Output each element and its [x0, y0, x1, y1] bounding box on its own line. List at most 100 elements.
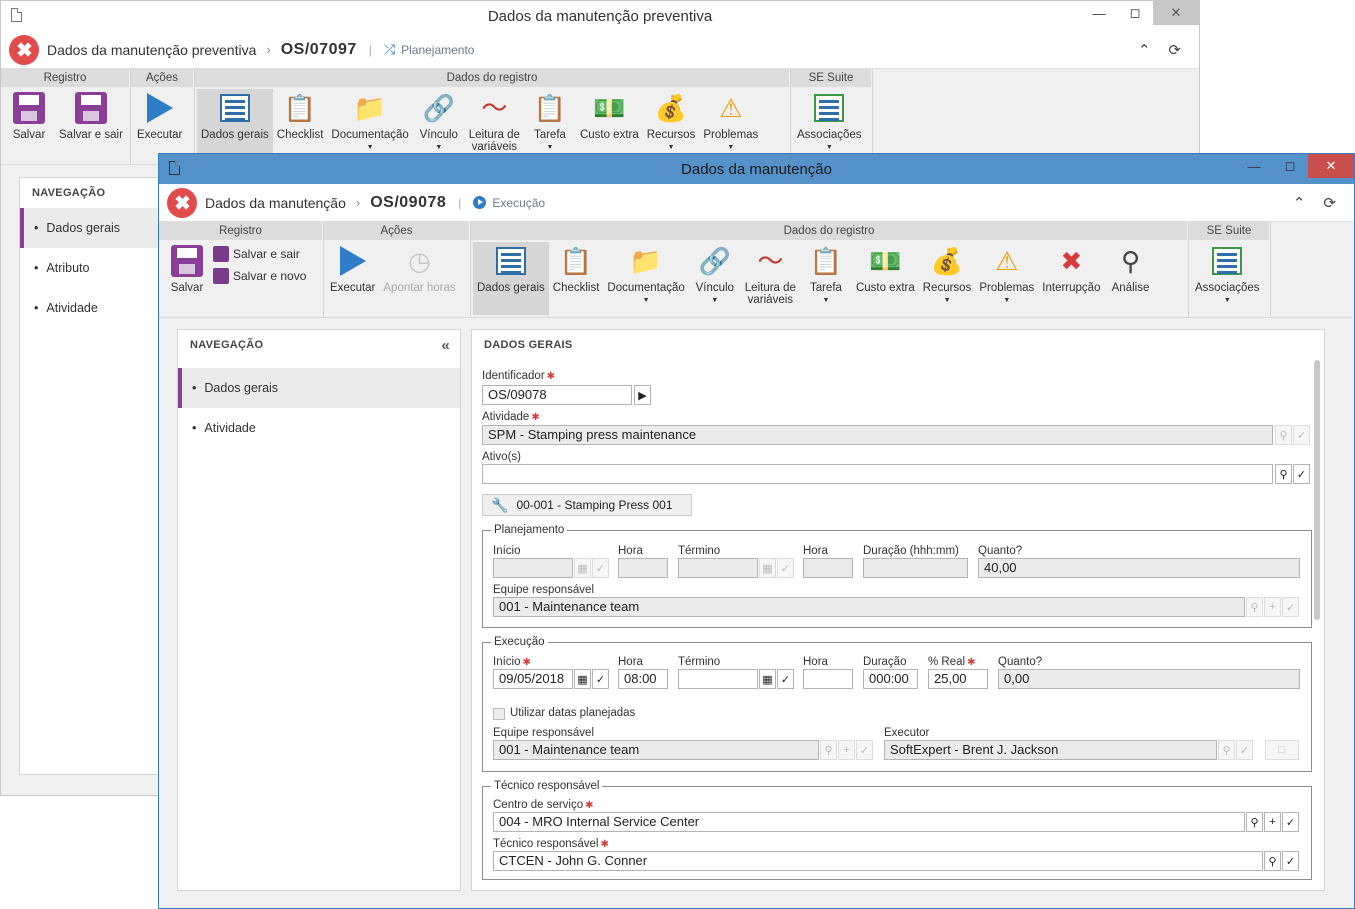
execution-start-field[interactable]: 09/05/2018 [493, 669, 573, 689]
extra-cost-button[interactable]: 💵 Custo extra [576, 89, 643, 162]
execution-team-field[interactable]: 001 - Maintenance team [493, 740, 819, 760]
add-icon[interactable]: + [1264, 597, 1281, 617]
execution-real-field[interactable]: 25,00 [928, 669, 988, 689]
resources-button[interactable]: 💰 Recursos ▼ [919, 242, 976, 315]
problems-button[interactable]: ⚠ Problemas ▼ [975, 242, 1038, 315]
associations-button[interactable]: Associações ▼ [1191, 242, 1264, 315]
checklist-button[interactable]: 📋 Checklist [549, 242, 604, 315]
general-data-heading: DADOS GERAIS [484, 339, 573, 351]
identifier-field[interactable]: OS/09078 [482, 385, 632, 405]
planning-end-hour-field[interactable] [803, 558, 853, 578]
planning-duration-field[interactable] [863, 558, 968, 578]
analysis-button[interactable]: ⚲ Análise [1104, 242, 1156, 315]
problems-button[interactable]: ⚠ Problemas ▼ [699, 89, 762, 162]
assets-field[interactable] [482, 464, 1273, 484]
use-planned-dates-checkbox[interactable] [493, 708, 505, 720]
add-icon[interactable]: + [1264, 812, 1281, 832]
close-icon[interactable]: ✕ [1153, 1, 1199, 25]
clear-icon[interactable]: ✓ [1293, 425, 1310, 445]
planning-end-field[interactable] [678, 558, 758, 578]
clear-icon[interactable]: ✓ [777, 669, 794, 689]
execution-duration-field[interactable]: 000:00 [863, 669, 918, 689]
task-button[interactable]: 📋 Tarefa ▼ [800, 242, 852, 315]
clear-icon[interactable]: ✓ [856, 740, 873, 760]
identifier-label: Identificador ✱ [482, 370, 556, 382]
planning-start-field[interactable] [493, 558, 573, 578]
log-hours-button[interactable]: ◷ Apontar horas [379, 242, 459, 315]
task-button[interactable]: 📋 Tarefa ▼ [524, 89, 576, 162]
save-new-button[interactable]: Salvar e novo [213, 268, 306, 284]
add-icon[interactable]: + [838, 740, 855, 760]
minimize-icon[interactable]: — [1236, 154, 1272, 178]
save-button[interactable]: Salvar [3, 89, 55, 162]
collapse-left-icon[interactable]: « [441, 337, 450, 354]
nav-item-general-data[interactable]: • Dados gerais [20, 208, 178, 248]
technician-field[interactable]: CTCEN - John G. Conner [493, 851, 1263, 871]
arrow-right-icon[interactable]: ▶ [634, 385, 651, 405]
save-exit-button[interactable]: Salvar e sair [213, 246, 306, 262]
service-center-field[interactable]: 004 - MRO Internal Service Center [493, 812, 1245, 832]
executor-field[interactable]: SoftExpert - Brent J. Jackson [884, 740, 1217, 760]
maximize-icon[interactable]: ◻ [1117, 1, 1153, 25]
variable-reading-button[interactable]: 〜 Leitura de variáveis [741, 242, 800, 315]
collapse-up-icon[interactable]: ⌃ [1293, 194, 1306, 212]
save-exit-button[interactable]: Salvar e sair [55, 89, 127, 162]
link-button[interactable]: 🔗 Vínculo ▼ [689, 242, 741, 315]
associations-button[interactable]: Associações ▼ [793, 89, 866, 162]
close-icon[interactable]: ✕ [1308, 154, 1354, 178]
refresh-icon[interactable]: ⟳ [1168, 41, 1181, 59]
save-button[interactable]: Salvar [161, 242, 213, 315]
clear-icon[interactable]: ✓ [592, 669, 609, 689]
collapse-up-icon[interactable]: ⌃ [1138, 41, 1151, 59]
search-icon[interactable]: ⚲ [1275, 425, 1292, 445]
clear-icon[interactable]: ✓ [592, 558, 609, 578]
interruption-button[interactable]: ✖ Interrupção [1038, 242, 1104, 315]
search-icon[interactable]: ⚲ [820, 740, 837, 760]
search-icon[interactable]: ⚲ [1246, 597, 1263, 617]
clear-icon[interactable]: ✓ [1293, 464, 1310, 484]
general-data-button[interactable]: Dados gerais [197, 89, 273, 162]
clear-icon[interactable]: ✓ [1236, 740, 1253, 760]
planning-quantity-field[interactable]: 40,00 [978, 558, 1300, 578]
general-data-button[interactable]: Dados gerais [473, 242, 549, 315]
execution-end-field[interactable] [678, 669, 758, 689]
execute-button[interactable]: Executar [133, 89, 186, 162]
resources-button[interactable]: 💰 Recursos ▼ [643, 89, 700, 162]
variable-reading-button[interactable]: 〜 Leitura de variáveis [465, 89, 524, 162]
execute-button[interactable]: Executar [326, 242, 379, 315]
lock-icon[interactable]: □ [1265, 740, 1299, 760]
planning-team-field[interactable]: 001 - Maintenance team [493, 597, 1245, 617]
minimize-icon[interactable]: — [1081, 1, 1117, 25]
clear-icon[interactable]: ✓ [1282, 851, 1299, 871]
documentation-button[interactable]: 📁 Documentação ▼ [327, 89, 412, 162]
maximize-icon[interactable]: ◻ [1272, 154, 1308, 178]
checklist-button[interactable]: 📋 Checklist [273, 89, 328, 162]
search-icon[interactable]: ⚲ [1218, 740, 1235, 760]
calendar-icon[interactable]: ▦ [759, 558, 776, 578]
calendar-icon[interactable]: ▦ [759, 669, 776, 689]
extra-cost-button[interactable]: 💵 Custo extra [852, 242, 919, 315]
clear-icon[interactable]: ✓ [777, 558, 794, 578]
search-icon[interactable]: ⚲ [1275, 464, 1292, 484]
search-icon[interactable]: ⚲ [1264, 851, 1281, 871]
link-button[interactable]: 🔗 Vínculo ▼ [413, 89, 465, 162]
calendar-icon[interactable]: ▦ [574, 669, 591, 689]
execution-end-hour-field[interactable] [803, 669, 853, 689]
execution-quantity-field[interactable]: 0,00 [998, 669, 1300, 689]
documentation-button[interactable]: 📁 Documentação ▼ [603, 242, 688, 315]
asset-chip[interactable]: 🔧 00-001 - Stamping Press 001 [482, 494, 692, 516]
nav-item-activity[interactable]: • Atividade [20, 288, 178, 328]
execution-hour-field[interactable]: 08:00 [618, 669, 668, 689]
nav-item-activity[interactable]: • Atividade [178, 408, 460, 448]
planning-hour-field[interactable] [618, 558, 668, 578]
refresh-icon[interactable]: ⟳ [1323, 194, 1336, 212]
search-icon[interactable]: ⚲ [1246, 812, 1263, 832]
clear-icon[interactable]: ✓ [1282, 812, 1299, 832]
nav-item-attribute[interactable]: • Atributo [20, 248, 178, 288]
planning-icon: ⤮ [383, 41, 396, 57]
calendar-icon[interactable]: ▦ [574, 558, 591, 578]
clear-icon[interactable]: ✓ [1282, 597, 1299, 617]
front-header: Dados da manutenção › OS/09078 | Execuçã… [159, 184, 1354, 222]
activity-field[interactable]: SPM - Stamping press maintenance [482, 425, 1273, 445]
nav-item-general-data[interactable]: • Dados gerais [178, 368, 460, 408]
